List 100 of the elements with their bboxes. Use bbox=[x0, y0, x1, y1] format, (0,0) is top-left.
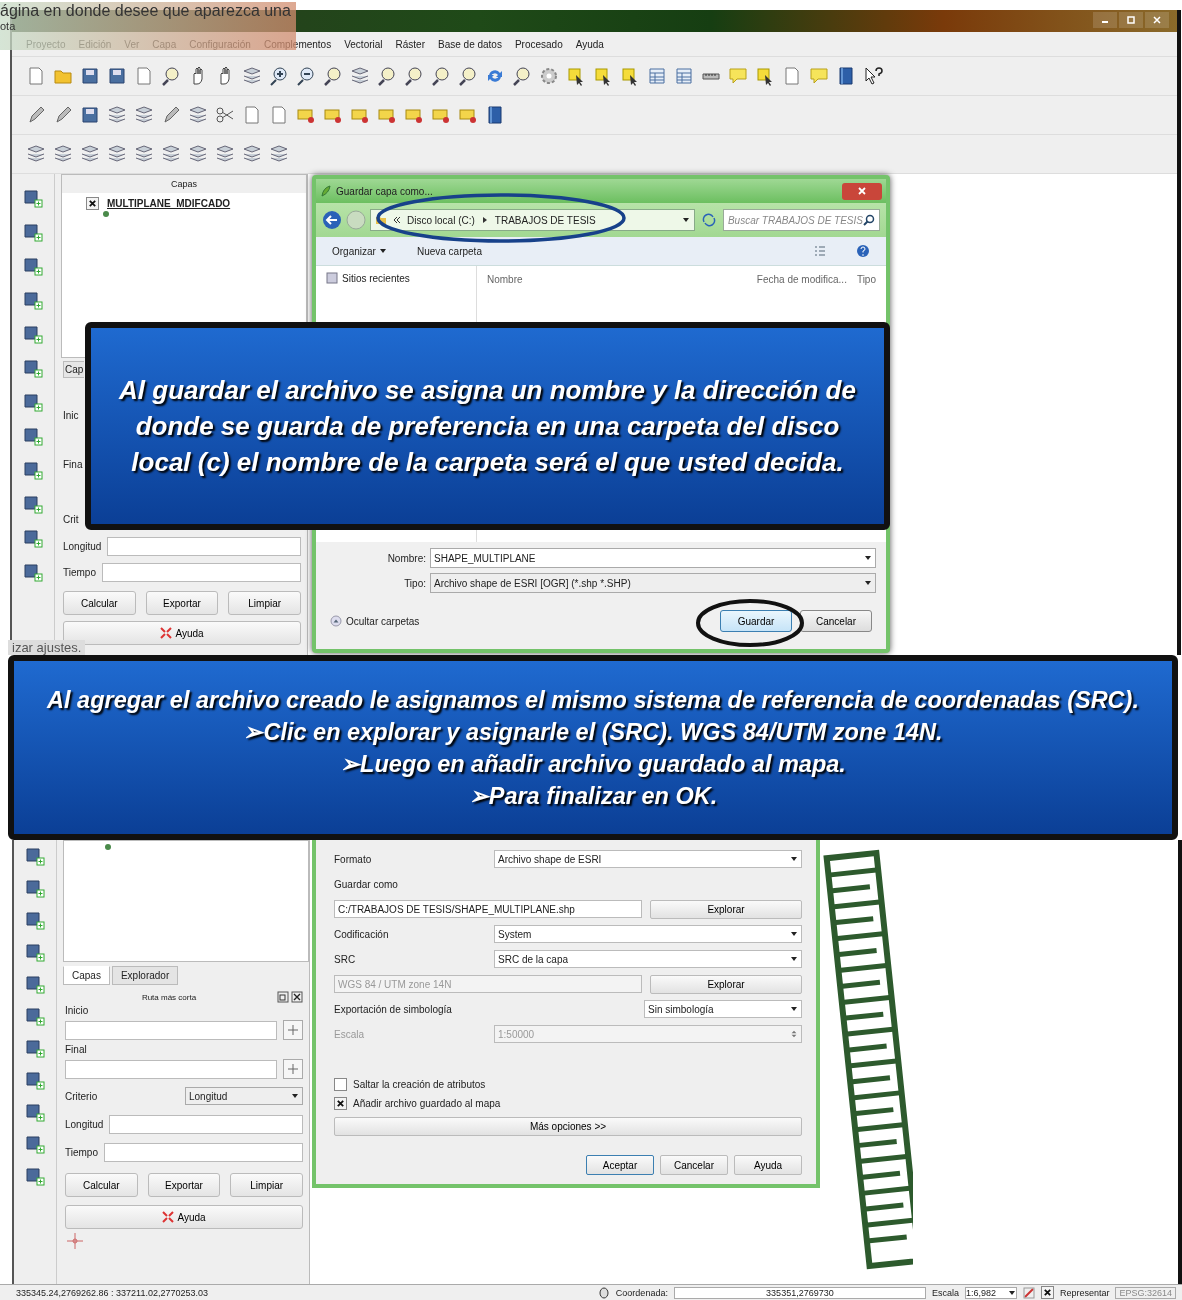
dropdown[interactable]: Sin simbología bbox=[644, 1000, 802, 1018]
input-field[interactable] bbox=[102, 562, 301, 582]
pencil-icon[interactable] bbox=[26, 105, 46, 125]
add-layer-icon[interactable] bbox=[23, 562, 43, 582]
panel-tab[interactable]: Cap bbox=[63, 360, 85, 378]
magnifier-icon[interactable] bbox=[512, 66, 532, 86]
pointer-icon[interactable] bbox=[863, 66, 883, 86]
layers-icon[interactable] bbox=[107, 144, 127, 164]
criterion-dropdown[interactable]: Longitud bbox=[185, 1087, 303, 1105]
save-icon[interactable] bbox=[80, 105, 100, 125]
add-layer-icon[interactable] bbox=[25, 1038, 45, 1058]
layers-icon[interactable] bbox=[188, 105, 208, 125]
scale-dropdown[interactable]: 1:6,982 bbox=[964, 1286, 1017, 1299]
add-layer-icon[interactable] bbox=[23, 358, 43, 378]
selection-icon[interactable] bbox=[620, 66, 640, 86]
float-icon[interactable] bbox=[277, 991, 289, 1003]
layers-icon[interactable] bbox=[107, 105, 127, 125]
dropdown[interactable]: Archivo shape de ESRI bbox=[494, 850, 802, 868]
coordinate-field[interactable]: 335351,2769730 bbox=[673, 1286, 926, 1299]
close-icon[interactable] bbox=[291, 991, 303, 1003]
more-options-button[interactable]: Más opciones >> bbox=[334, 1117, 802, 1136]
layers-icon[interactable] bbox=[242, 144, 262, 164]
add-layer-icon[interactable] bbox=[25, 974, 45, 994]
add-layer-icon[interactable] bbox=[23, 290, 43, 310]
panel-button[interactable]: Limpiar bbox=[230, 1173, 303, 1197]
menu-item[interactable]: Ráster bbox=[395, 38, 425, 50]
layers-icon[interactable] bbox=[242, 66, 262, 86]
input-field[interactable] bbox=[65, 1059, 277, 1079]
command-button[interactable]: Organizar bbox=[332, 245, 387, 257]
dropdown[interactable]: System bbox=[494, 925, 802, 943]
layers-icon[interactable] bbox=[134, 144, 154, 164]
selection-icon[interactable] bbox=[755, 66, 775, 86]
selection-icon[interactable] bbox=[593, 66, 613, 86]
gear-icon[interactable] bbox=[539, 66, 559, 86]
close-button[interactable] bbox=[842, 182, 882, 200]
hide-folders-toggle[interactable]: Ocultar carpetas bbox=[330, 615, 420, 627]
checkbox[interactable] bbox=[334, 1097, 347, 1110]
layers-icon[interactable] bbox=[161, 144, 181, 164]
magnifier-icon[interactable] bbox=[161, 66, 181, 86]
dialog-button[interactable]: Aceptar bbox=[586, 1155, 654, 1175]
table-icon[interactable] bbox=[674, 66, 694, 86]
address-bar[interactable]: Disco local (C:) TRABAJOS DE TESIS bbox=[370, 209, 695, 231]
panel-button[interactable]: Limpiar bbox=[228, 591, 301, 615]
panel-button[interactable]: Calcular bbox=[65, 1173, 138, 1197]
maximize-button[interactable] bbox=[1119, 12, 1143, 28]
input-field[interactable] bbox=[65, 1020, 277, 1040]
add-layer-icon[interactable] bbox=[25, 1006, 45, 1026]
path-field[interactable]: C:/TRABAJOS DE TESIS/SHAPE_MULTIPLANE.shp bbox=[334, 900, 642, 918]
layers-icon[interactable] bbox=[26, 144, 46, 164]
dialog-button[interactable]: Cancelar bbox=[800, 610, 872, 632]
layers-icon[interactable] bbox=[269, 144, 289, 164]
layers-icon[interactable] bbox=[134, 105, 154, 125]
help-button[interactable]: Ayuda bbox=[65, 1205, 303, 1229]
add-layer-icon[interactable] bbox=[25, 1134, 45, 1154]
help-button[interactable]: Ayuda bbox=[63, 621, 301, 645]
add-layer-icon[interactable] bbox=[25, 846, 45, 866]
menu-item[interactable]: Ayuda bbox=[575, 38, 604, 50]
add-layer-icon[interactable] bbox=[23, 494, 43, 514]
render-checkbox[interactable] bbox=[1040, 1286, 1054, 1299]
dialog-button[interactable]: Guardar bbox=[720, 610, 792, 632]
search-field[interactable]: Buscar TRABAJOS DE TESIS bbox=[722, 209, 880, 231]
magnifier-icon[interactable] bbox=[431, 66, 451, 86]
menu-item[interactable]: Base de datos bbox=[438, 38, 502, 50]
column-header[interactable]: Nombre bbox=[487, 274, 747, 285]
panel-button[interactable]: Exportar bbox=[147, 1173, 221, 1197]
layer-name[interactable]: MULTIPLANE_MDIFCADO bbox=[107, 198, 231, 209]
add-layer-icon[interactable] bbox=[25, 1102, 45, 1122]
table-icon[interactable] bbox=[647, 66, 667, 86]
menu-item[interactable]: Procesado bbox=[514, 38, 563, 50]
file-type-dropdown[interactable]: Archivo shape de ESRI [OGR] (*.shp *.SHP) bbox=[430, 573, 876, 593]
scissors-icon[interactable] bbox=[215, 105, 235, 125]
file-name-field[interactable]: SHAPE_MULTIPLANE bbox=[430, 548, 876, 568]
add-layer-icon[interactable] bbox=[23, 222, 43, 242]
close-button[interactable] bbox=[1145, 12, 1169, 28]
layers-icon[interactable] bbox=[215, 144, 235, 164]
pencil-icon[interactable] bbox=[161, 105, 181, 125]
navigation-item[interactable]: Sitios recientes bbox=[326, 272, 466, 284]
selection-icon[interactable] bbox=[566, 66, 586, 86]
input-field[interactable] bbox=[104, 1142, 303, 1162]
panel-tab[interactable]: Explorador bbox=[111, 966, 179, 985]
panel-button[interactable]: Exportar bbox=[145, 591, 219, 615]
input-field[interactable] bbox=[109, 1114, 303, 1134]
mouse-icon[interactable] bbox=[597, 1286, 610, 1299]
add-layer-icon[interactable] bbox=[25, 878, 45, 898]
panel-button[interactable]: Calcular bbox=[63, 591, 136, 615]
magnifier-icon[interactable] bbox=[377, 66, 397, 86]
pencil-icon[interactable] bbox=[53, 105, 73, 125]
save-icon[interactable] bbox=[80, 66, 100, 86]
layers-icon[interactable] bbox=[53, 144, 73, 164]
add-layer-icon[interactable] bbox=[23, 324, 43, 344]
zoom-in-icon[interactable] bbox=[269, 66, 289, 86]
menu-item[interactable]: Vectorial bbox=[344, 38, 383, 50]
add-layer-icon[interactable] bbox=[25, 910, 45, 930]
add-layer-icon[interactable] bbox=[23, 460, 43, 480]
add-layer-icon[interactable] bbox=[23, 528, 43, 548]
minimize-button[interactable] bbox=[1093, 12, 1117, 28]
input-field[interactable] bbox=[107, 536, 301, 556]
command-button[interactable]: Nueva carpeta bbox=[416, 245, 482, 257]
column-header[interactable]: Tipo bbox=[856, 274, 876, 285]
layer-checkbox[interactable] bbox=[86, 197, 99, 210]
